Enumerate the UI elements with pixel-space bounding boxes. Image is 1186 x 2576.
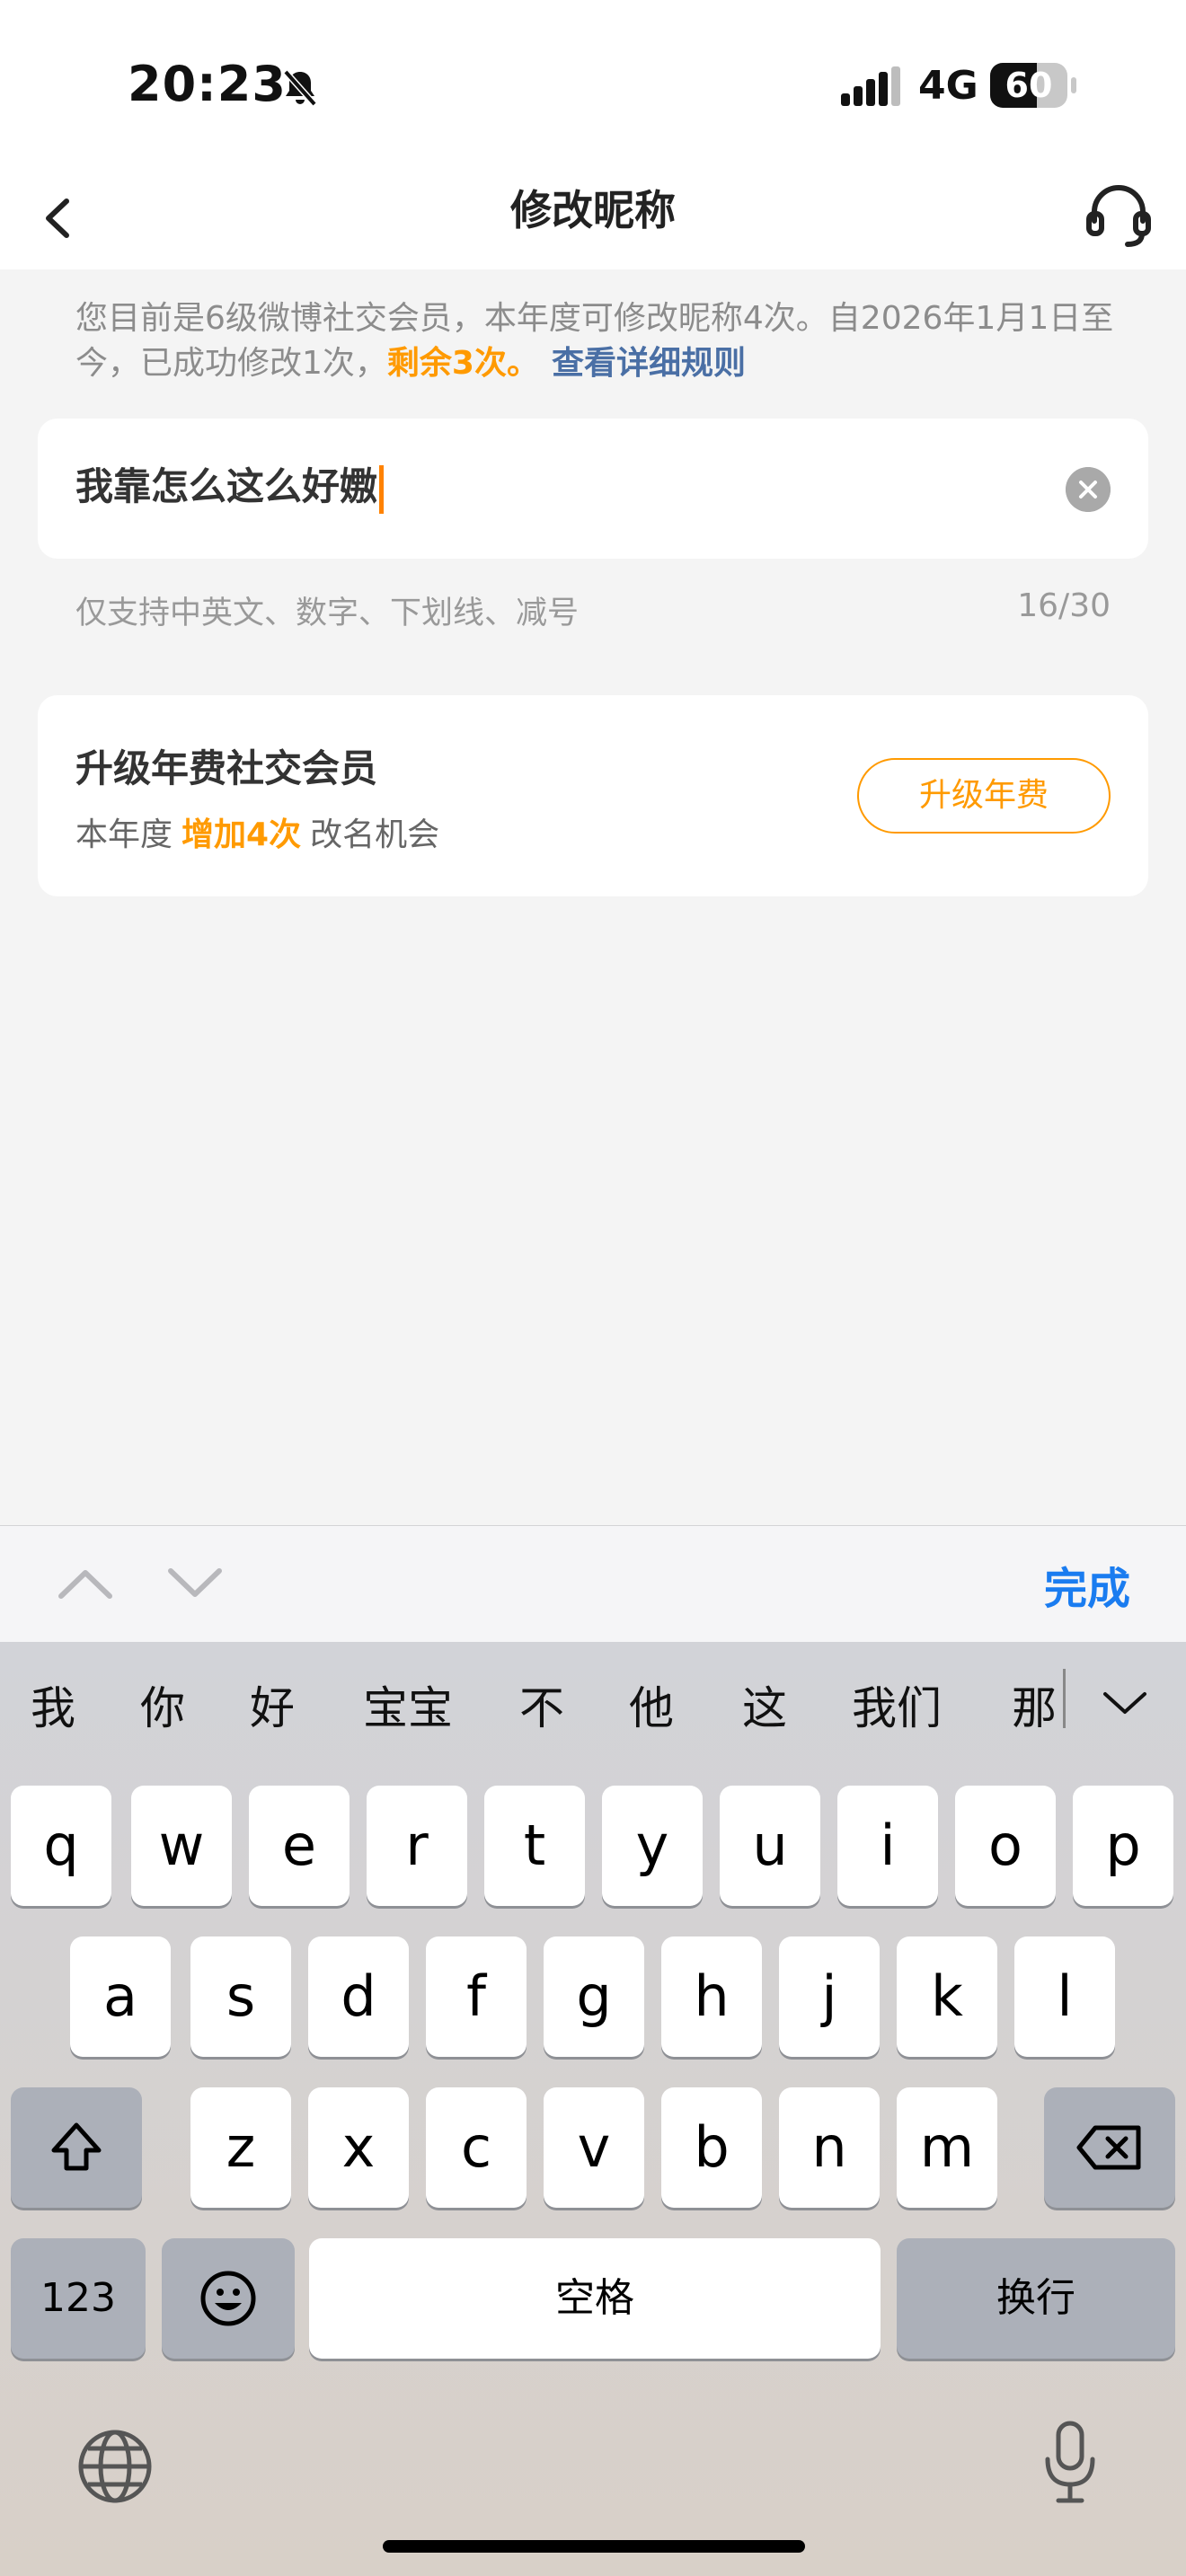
text-caret [379, 464, 385, 514]
key-d[interactable]: d [308, 1936, 409, 2057]
candidate-item[interactable]: 你 [140, 1672, 185, 1737]
candidate-item[interactable]: 我 [31, 1672, 75, 1737]
key-g[interactable]: g [544, 1936, 644, 2057]
key-i[interactable]: i [837, 1786, 938, 1906]
key-x[interactable]: x [308, 2087, 409, 2208]
upgrade-title: 升级年费社交会员 [75, 746, 378, 790]
candidate-item[interactable]: 那 [1012, 1672, 1057, 1737]
clear-input-icon[interactable] [1066, 467, 1111, 512]
chevron-up-icon[interactable] [56, 1562, 115, 1603]
key-r[interactable]: r [367, 1786, 467, 1906]
candidate-item[interactable]: 宝宝 [363, 1672, 453, 1737]
done-button[interactable]: 完成 [1044, 1553, 1130, 1616]
candidate-item[interactable]: 他 [629, 1672, 674, 1737]
nickname-value: 我靠怎么这么好嫐 [75, 464, 378, 508]
shift-icon [51, 2122, 102, 2171]
space-key[interactable]: 空格 [309, 2238, 881, 2359]
key-o[interactable]: o [955, 1786, 1056, 1906]
battery-level: 60 [1005, 66, 1053, 105]
key-u[interactable]: u [720, 1786, 820, 1906]
candidate-bar: 我 你 好 宝宝 不 他 这 我们 那 [0, 1642, 1186, 1759]
nickname-input[interactable]: 我靠怎么这么好嫐 [75, 458, 385, 516]
chevron-down-icon[interactable] [165, 1562, 225, 1603]
key-b[interactable]: b [661, 2087, 762, 2208]
key-h[interactable]: h [661, 1936, 762, 2057]
home-indicator[interactable] [383, 2540, 805, 2553]
network-type: 4G [918, 63, 978, 109]
status-time: 20:23 [128, 56, 287, 112]
delete-key[interactable] [1044, 2087, 1175, 2208]
battery-icon: 60 [990, 63, 1076, 108]
key-f[interactable]: f [426, 1936, 527, 2057]
numbers-key[interactable]: 123 [11, 2238, 146, 2359]
candidate-item[interactable]: 不 [519, 1672, 564, 1737]
char-count: 16/30 [1017, 587, 1111, 624]
expand-candidates-icon[interactable] [1100, 1685, 1150, 1721]
modify-notice: 您目前是6级微博社交会员，本年度可修改昵称4次。自2026年1月1日至今，已成功… [75, 296, 1118, 386]
nav-bar: 修改昵称 [0, 171, 1186, 269]
return-key[interactable]: 换行 [897, 2238, 1175, 2359]
key-m[interactable]: m [897, 2087, 997, 2208]
microphone-icon[interactable] [1039, 2418, 1102, 2508]
key-p[interactable]: p [1073, 1786, 1173, 1906]
customer-service-icon[interactable] [1078, 174, 1159, 255]
candidate-item[interactable]: 好 [250, 1672, 295, 1737]
cellular-signal-icon [841, 66, 900, 106]
screen: 20:23 4G 60 修改昵称 您目前是6级微博社交会员，本年度可修改昵称4次… [0, 0, 1186, 2576]
key-z[interactable]: z [190, 2087, 291, 2208]
key-y[interactable]: y [602, 1786, 703, 1906]
key-e[interactable]: e [249, 1786, 350, 1906]
upgrade-sub-prefix: 本年度 [75, 816, 173, 853]
input-hint: 仅支持中英文、数字、下划线、减号 [75, 595, 580, 631]
upgrade-card: 升级年费社交会员 本年度 增加4次 改名机会 升级年费 [38, 695, 1148, 896]
key-l[interactable]: l [1014, 1936, 1115, 2057]
emoji-key[interactable] [162, 2238, 295, 2359]
keyboard: 我 你 好 宝宝 不 他 这 我们 那 q w e r t y u i o p … [0, 1642, 1186, 2576]
view-rules-link[interactable]: 查看详细规则 [552, 345, 746, 382]
upgrade-sub-suffix: 改名机会 [310, 816, 440, 853]
key-q[interactable]: q [11, 1786, 111, 1906]
status-bar: 20:23 4G 60 [0, 0, 1186, 171]
key-k[interactable]: k [897, 1936, 997, 2057]
key-c[interactable]: c [426, 2087, 527, 2208]
backspace-icon [1076, 2125, 1141, 2170]
bell-muted-icon [283, 69, 317, 107]
upgrade-subtitle: 本年度 增加4次 改名机会 [75, 808, 439, 855]
key-n[interactable]: n [779, 2087, 880, 2208]
remaining-count: 剩余3次。 [386, 345, 539, 382]
key-w[interactable]: w [131, 1786, 232, 1906]
key-t[interactable]: t [484, 1786, 585, 1906]
key-v[interactable]: v [544, 2087, 644, 2208]
upgrade-button[interactable]: 升级年费 [857, 758, 1111, 834]
keyboard-accessory-bar: 完成 [0, 1525, 1186, 1642]
shift-key[interactable] [11, 2087, 142, 2208]
back-arrow-icon[interactable] [20, 178, 101, 259]
key-j[interactable]: j [779, 1936, 880, 2057]
nickname-input-card[interactable]: 我靠怎么这么好嫐 [38, 419, 1148, 559]
emoji-icon [200, 2271, 256, 2326]
key-a[interactable]: a [70, 1936, 171, 2057]
key-s[interactable]: s [190, 1936, 291, 2057]
upgrade-sub-highlight: 增加4次 [181, 816, 302, 853]
globe-icon[interactable] [75, 2427, 155, 2506]
candidate-item[interactable]: 我们 [852, 1672, 942, 1737]
candidate-divider [1063, 1669, 1066, 1728]
candidate-item[interactable]: 这 [742, 1672, 787, 1737]
page-title: 修改昵称 [510, 186, 676, 234]
